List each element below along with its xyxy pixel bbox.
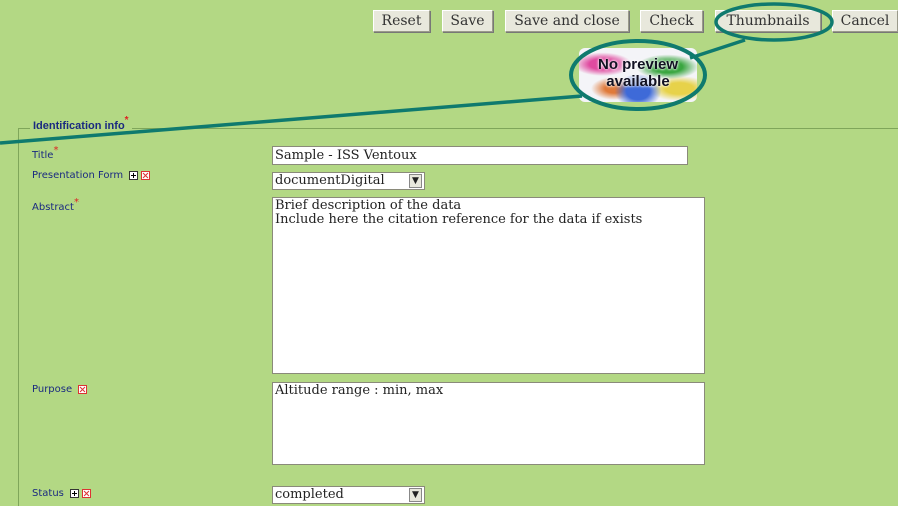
purpose-label-text: Purpose bbox=[32, 384, 73, 395]
reset-button[interactable]: Reset bbox=[373, 10, 430, 32]
title-label: Title* bbox=[32, 145, 58, 161]
thumbnails-button[interactable]: Thumbnails bbox=[715, 10, 821, 32]
section-title-text: Identification info bbox=[33, 120, 125, 132]
section-border-top bbox=[18, 128, 898, 129]
presentation-form-label-text: Presentation Form bbox=[32, 170, 124, 181]
presentation-form-select[interactable]: documentDigital ▼ bbox=[272, 172, 425, 190]
thumbnail-text-line2: available bbox=[606, 73, 670, 90]
abstract-label: Abstract* bbox=[32, 197, 79, 213]
connector-line bbox=[689, 38, 746, 60]
status-select[interactable]: completed ▼ bbox=[272, 486, 425, 504]
remove-icon[interactable] bbox=[82, 488, 92, 498]
status-value: completed bbox=[275, 487, 344, 502]
thumbnail-text-line1: No preview bbox=[597, 56, 679, 73]
cancel-button[interactable]: Cancel bbox=[832, 10, 898, 32]
required-marker: * bbox=[124, 115, 129, 126]
dropdown-arrow-icon[interactable]: ▼ bbox=[409, 174, 422, 188]
dropdown-arrow-icon[interactable]: ▼ bbox=[409, 488, 422, 502]
title-input[interactable] bbox=[272, 146, 688, 165]
abstract-label-text: Abstract bbox=[32, 202, 74, 213]
check-button[interactable]: Check bbox=[640, 10, 703, 32]
save-button[interactable]: Save bbox=[442, 10, 493, 32]
thumbnail-preview[interactable]: No preview available bbox=[579, 48, 697, 102]
remove-icon[interactable] bbox=[78, 384, 88, 394]
section-title: Identification info* bbox=[30, 115, 132, 132]
required-marker: * bbox=[73, 197, 79, 208]
title-label-text: Title bbox=[32, 150, 54, 161]
remove-icon[interactable] bbox=[141, 170, 151, 180]
status-label-text: Status bbox=[32, 488, 64, 499]
required-marker: * bbox=[53, 145, 59, 156]
add-icon[interactable] bbox=[70, 488, 80, 498]
presentation-form-label: Presentation Form bbox=[32, 170, 151, 181]
section-border-left bbox=[18, 128, 19, 506]
purpose-textarea[interactable]: Altitude range : min, max bbox=[272, 382, 705, 465]
save-and-close-button[interactable]: Save and close bbox=[505, 10, 629, 32]
add-icon[interactable] bbox=[129, 170, 139, 180]
status-label: Status bbox=[32, 488, 92, 499]
presentation-form-value: documentDigital bbox=[275, 173, 385, 188]
purpose-label: Purpose bbox=[32, 384, 88, 395]
abstract-textarea[interactable]: Brief description of the data Include he… bbox=[272, 197, 705, 374]
